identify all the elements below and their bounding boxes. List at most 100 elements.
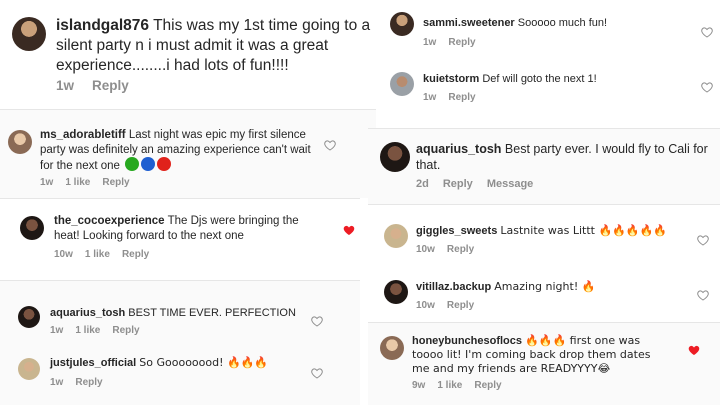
reply-button[interactable]: Reply <box>443 178 473 190</box>
divider <box>368 204 720 205</box>
comment-time: 10w <box>416 300 435 311</box>
comment-username[interactable]: islandgal876 <box>56 17 149 34</box>
reply-button[interactable]: Reply <box>122 249 149 260</box>
blue-circle-emoji <box>141 157 156 172</box>
comment-item: the_cocoexperience The Djs were bringing… <box>0 198 376 278</box>
comment-meta: 1w Reply <box>50 377 103 388</box>
comment-item: kuietstorm Def will goto the next 1! 1w … <box>376 62 720 118</box>
reply-button[interactable]: Reply <box>102 177 129 188</box>
comment-item: honeybunchesoflocs 🔥🔥🔥 first one was too… <box>368 322 720 405</box>
comment-body: honeybunchesoflocs 🔥🔥🔥 first one was too… <box>412 334 662 376</box>
avatar[interactable] <box>18 306 40 328</box>
avatar[interactable] <box>18 358 40 380</box>
comment-body: aquarius_tosh BEST TIME EVER. PERFECTION <box>50 306 310 320</box>
comment-time: 1w <box>56 78 75 93</box>
avatar[interactable] <box>390 12 414 36</box>
comment-meta: 1w 1 like Reply <box>40 177 130 188</box>
comment-meta: 2d Reply Message <box>416 178 533 190</box>
comment-text: So Goooooood! 🔥🔥🔥 <box>139 356 269 369</box>
comment-username[interactable]: vitillaz.backup <box>416 281 491 293</box>
message-button[interactable]: Message <box>487 178 533 190</box>
reply-button[interactable]: Reply <box>474 380 501 391</box>
comment-body: the_cocoexperience The Djs were bringing… <box>54 214 326 243</box>
comment-time: 1w <box>423 37 437 48</box>
heart-outline-icon[interactable] <box>311 368 323 379</box>
red-circle-emoji <box>157 157 172 172</box>
comment-text: Sooooo much fun! <box>517 17 608 29</box>
comment-time: 10w <box>54 249 73 260</box>
comment-username[interactable]: the_cocoexperience <box>54 215 165 227</box>
avatar[interactable] <box>380 142 410 172</box>
comment-body: islandgal876 This was my 1st time going … <box>56 16 372 75</box>
comment-time: 2d <box>416 178 429 190</box>
comment-username[interactable]: giggles_sweets <box>416 225 497 237</box>
comment-item: aquarius_tosh Best party ever. I would f… <box>368 128 720 204</box>
comment-username[interactable]: kuietstorm <box>423 73 479 85</box>
comment-meta: 10w 1 like Reply <box>54 249 149 260</box>
heart-outline-icon[interactable] <box>697 290 709 301</box>
comment-body: kuietstorm Def will goto the next 1! <box>423 72 693 86</box>
avatar[interactable] <box>384 224 408 248</box>
reply-button[interactable]: Reply <box>92 78 129 93</box>
comment-body: giggles_sweets Lastnite was Littt 🔥🔥🔥🔥🔥 <box>416 224 706 238</box>
comment-time: 9w <box>412 380 426 391</box>
heart-outline-icon[interactable] <box>311 316 323 327</box>
comment-item: justjules_official So Goooooood! 🔥🔥🔥 1w … <box>0 348 360 398</box>
heart-outline-icon[interactable] <box>697 235 709 246</box>
comment-text: Lastnite was Littt 🔥🔥🔥🔥🔥 <box>500 224 667 237</box>
comment-meta: 10w Reply <box>416 300 474 311</box>
comment-meta: 1w Reply <box>56 78 129 93</box>
comment-body: sammi.sweetener Sooooo much fun! <box>423 16 693 30</box>
avatar[interactable] <box>8 130 32 154</box>
comment-username[interactable]: justjules_official <box>50 357 136 369</box>
comment-body: vitillaz.backup Amazing night! 🔥 <box>416 280 706 294</box>
comment-username[interactable]: honeybunchesoflocs <box>412 335 522 347</box>
reply-button[interactable]: Reply <box>75 377 102 388</box>
comment-meta: 10w Reply <box>416 244 474 255</box>
avatar[interactable] <box>20 216 44 240</box>
comment-username[interactable]: aquarius_tosh <box>416 142 501 156</box>
heart-filled-icon[interactable] <box>688 345 700 356</box>
comment-meta: 9w 1 like Reply <box>412 380 502 391</box>
avatar[interactable] <box>380 336 404 360</box>
comment-time: 1w <box>50 325 64 336</box>
comment-text: Def will goto the next 1! <box>482 73 597 85</box>
comment-time: 1w <box>423 92 437 103</box>
comment-time: 1w <box>50 377 64 388</box>
comment-item: vitillaz.backup Amazing night! 🔥 10w Rep… <box>376 270 720 320</box>
reply-button[interactable]: Reply <box>448 37 475 48</box>
divider <box>0 280 360 281</box>
comment-item: ms_adorabletiff Last night was epic my f… <box>0 110 360 198</box>
comment-text: Amazing night! 🔥 <box>494 280 596 293</box>
reply-button[interactable]: Reply <box>448 92 475 103</box>
comment-meta: 1w Reply <box>423 92 476 103</box>
avatar[interactable] <box>390 72 414 96</box>
heart-outline-icon[interactable] <box>324 140 336 151</box>
comment-body: ms_adorabletiff Last night was epic my f… <box>40 128 318 174</box>
green-circle-emoji <box>125 157 140 172</box>
comment-time: 10w <box>416 244 435 255</box>
likes-count[interactable]: 1 like <box>437 380 462 391</box>
avatar[interactable] <box>384 280 408 304</box>
comment-text: BEST TIME EVER. PERFECTION <box>128 307 296 319</box>
likes-count[interactable]: 1 like <box>75 325 100 336</box>
heart-outline-icon[interactable] <box>701 27 713 38</box>
comment-item: sammi.sweetener Sooooo much fun! 1w Repl… <box>376 0 720 58</box>
comment-item: aquarius_tosh BEST TIME EVER. PERFECTION… <box>0 296 360 344</box>
comment-body: justjules_official So Goooooood! 🔥🔥🔥 <box>50 356 310 370</box>
comment-username[interactable]: aquarius_tosh <box>50 307 125 319</box>
comment-username[interactable]: sammi.sweetener <box>423 17 515 29</box>
comment-item: islandgal876 This was my 1st time going … <box>0 0 376 110</box>
reply-button[interactable]: Reply <box>447 244 474 255</box>
likes-count[interactable]: 1 like <box>85 249 110 260</box>
comment-time: 1w <box>40 177 54 188</box>
comment-body: aquarius_tosh Best party ever. I would f… <box>416 141 716 173</box>
reply-button[interactable]: Reply <box>112 325 139 336</box>
comment-username[interactable]: ms_adorabletiff <box>40 129 126 141</box>
comment-meta: 1w Reply <box>423 37 476 48</box>
reply-button[interactable]: Reply <box>447 300 474 311</box>
heart-filled-icon[interactable] <box>343 225 355 236</box>
heart-outline-icon[interactable] <box>701 82 713 93</box>
avatar[interactable] <box>12 17 46 51</box>
likes-count[interactable]: 1 like <box>65 177 90 188</box>
